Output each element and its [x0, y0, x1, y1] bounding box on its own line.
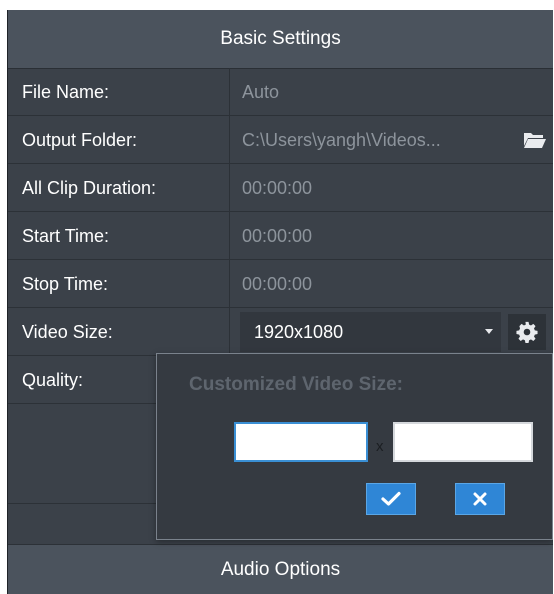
custom-video-size-popup: Customized Video Size: x — [156, 353, 553, 540]
row-all-clip-duration: All Clip Duration: 00:00:00 — [8, 164, 553, 212]
row-stop-time: Stop Time: 00:00:00 — [8, 260, 553, 308]
start-time-value[interactable]: 00:00:00 — [242, 212, 312, 260]
stop-time-label: Stop Time: — [22, 274, 109, 294]
size-separator: x — [376, 438, 384, 455]
row-file-name: File Name: Auto — [8, 68, 553, 116]
audio-options-header[interactable]: Audio Options — [8, 545, 553, 594]
row-start-time: Start Time: 00:00:00 — [8, 212, 553, 260]
cancel-button[interactable] — [455, 483, 505, 515]
checkmark-icon — [381, 491, 401, 506]
video-size-selected-value: 1920x1080 — [254, 322, 344, 342]
quality-label: Quality: — [22, 370, 84, 390]
output-folder-label: Output Folder: — [22, 130, 138, 150]
stop-time-value[interactable]: 00:00:00 — [242, 260, 312, 308]
close-icon — [473, 492, 487, 506]
all-clip-duration-label: All Clip Duration: — [22, 178, 157, 198]
basic-settings-header[interactable]: Basic Settings — [8, 10, 553, 69]
folder-open-icon[interactable] — [521, 128, 549, 152]
row-video-size: Video Size: 1920x1080 — [8, 308, 553, 356]
start-time-label: Start Time: — [22, 226, 110, 246]
file-name-label: File Name: — [22, 82, 110, 102]
output-folder-value[interactable]: C:\Users\yangh\Videos... — [242, 116, 441, 164]
video-size-label: Video Size: — [22, 322, 113, 342]
gear-icon — [516, 321, 538, 343]
caret-down-icon — [485, 329, 493, 334]
file-name-value[interactable]: Auto — [242, 68, 279, 116]
all-clip-duration-value: 00:00:00 — [242, 178, 313, 198]
video-size-settings-button[interactable] — [508, 314, 546, 350]
settings-panel: Basic Settings File Name: Auto Output Fo… — [7, 10, 553, 594]
custom-width-input[interactable] — [234, 422, 368, 462]
custom-height-input[interactable] — [393, 422, 533, 462]
basic-settings-title: Basic Settings — [220, 28, 341, 49]
video-size-select[interactable]: 1920x1080 — [240, 312, 501, 352]
audio-options-title: Audio Options — [220, 558, 341, 580]
confirm-button[interactable] — [366, 483, 416, 515]
custom-video-size-title: Customized Video Size: — [189, 374, 403, 395]
row-output-folder: Output Folder: C:\Users\yangh\Videos... — [8, 116, 553, 164]
